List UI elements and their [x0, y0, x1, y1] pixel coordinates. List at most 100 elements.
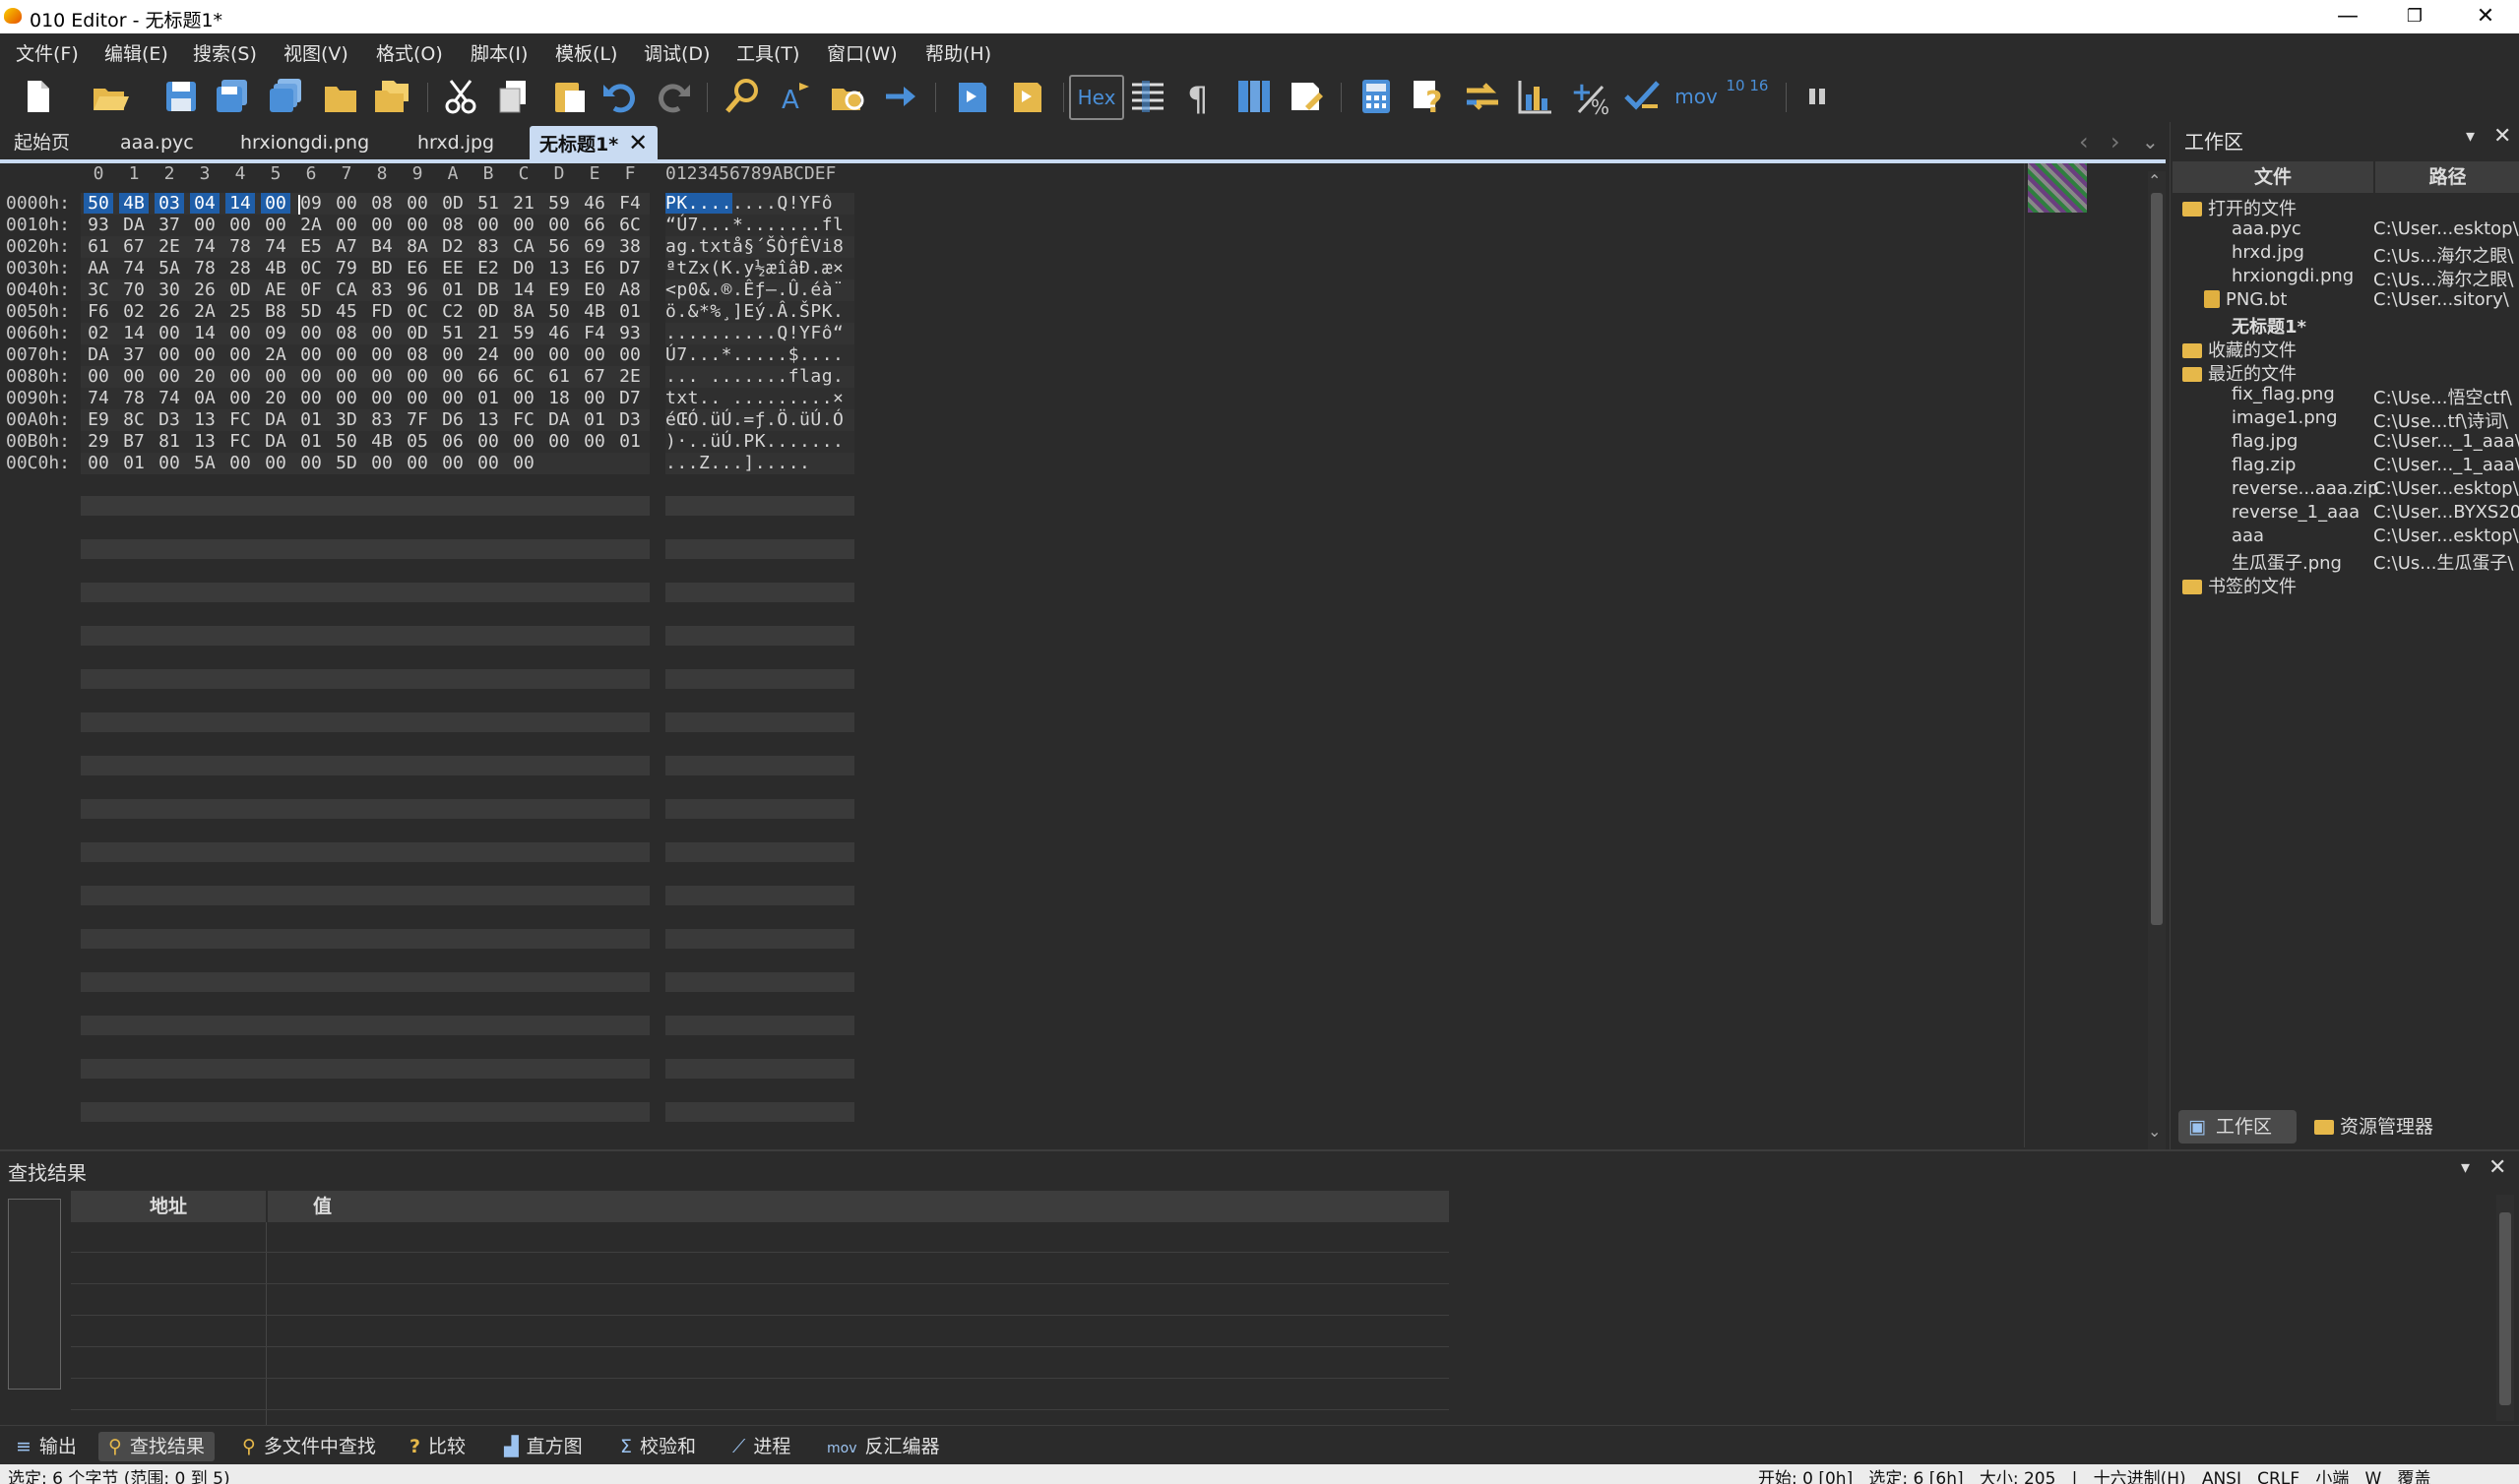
hex-byte[interactable]: 02	[119, 301, 149, 322]
hex-byte[interactable]: 13	[190, 431, 220, 452]
hex-row[interactable]: 0080h: 00 00 00 20 00 00 00 00 00 00 00 66 6C 61 67 2E..…	[0, 366, 866, 388]
hex-byte[interactable]: 00	[261, 193, 290, 214]
tree-bookmarks[interactable]: 书签的文件	[2182, 573, 2297, 598]
hex-byte[interactable]: 8C	[119, 409, 149, 430]
tree-open-files[interactable]: 打开的文件	[2182, 195, 2297, 220]
ws-tab-explorer[interactable]: 资源管理器	[2304, 1110, 2433, 1144]
panel-close-icon[interactable]: ✕	[2493, 124, 2511, 149]
tree-file[interactable]: flag.zip	[2232, 455, 2296, 475]
hex-byte[interactable]: E9	[84, 409, 113, 430]
menu-edit[interactable]: 编辑(E)	[104, 39, 168, 66]
hex-byte[interactable]: 21	[473, 323, 503, 343]
hex-byte[interactable]: 25	[225, 301, 255, 322]
tab-hrxd-jpg[interactable]: hrxd.jpg	[408, 126, 504, 159]
hex-byte[interactable]: 00	[367, 453, 397, 473]
hex-byte[interactable]: 00	[155, 366, 184, 387]
tree-favorites[interactable]: 收藏的文件	[2182, 337, 2297, 362]
hex-byte[interactable]: F6	[84, 301, 113, 322]
hex-byte[interactable]: 00	[261, 366, 290, 387]
hex-byte[interactable]: FC	[225, 409, 255, 430]
run-template-icon[interactable]	[1008, 77, 1047, 116]
hex-byte[interactable]: 00	[438, 453, 468, 473]
tree-file[interactable]: aaa.pyc	[2232, 218, 2301, 239]
hex-byte[interactable]: 0C	[403, 301, 432, 322]
hex-byte[interactable]: 14	[190, 323, 220, 343]
hex-byte[interactable]: 00	[403, 193, 432, 214]
hex-byte[interactable]: 00	[190, 215, 220, 235]
hex-byte[interactable]: D0	[509, 258, 538, 278]
hex-byte[interactable]: 70	[119, 279, 149, 300]
hex-byte[interactable]: 03	[155, 193, 184, 214]
undo-icon[interactable]	[600, 77, 640, 116]
hex-byte[interactable]: 00	[225, 323, 255, 343]
hex-byte[interactable]: 00	[473, 215, 503, 235]
base-converter-button[interactable]: 10 16	[1725, 77, 1770, 116]
ascii-text[interactable]: ... .......flag.	[665, 366, 844, 387]
hex-byte[interactable]: 18	[544, 388, 574, 408]
hex-byte[interactable]: 3C	[84, 279, 113, 300]
hex-byte[interactable]: 02	[84, 323, 113, 343]
hex-byte[interactable]: 83	[473, 236, 503, 257]
menu-search[interactable]: 搜索(S)	[193, 39, 257, 66]
hex-byte[interactable]: 00	[225, 344, 255, 365]
hex-byte[interactable]: FC	[509, 409, 538, 430]
save-icon[interactable]	[161, 77, 201, 116]
hex-byte[interactable]: 51	[438, 323, 468, 343]
hex-byte[interactable]: 78	[225, 236, 255, 257]
ascii-text[interactable]: ö.&*%¸]Eý.Â.ŠPK.	[665, 301, 844, 322]
hex-byte[interactable]: 00	[332, 215, 361, 235]
find-in-files-icon[interactable]	[829, 77, 868, 116]
maximize-button[interactable]: ❐	[2380, 0, 2449, 33]
hex-byte[interactable]: 00	[367, 388, 397, 408]
hex-byte[interactable]: 08	[438, 215, 468, 235]
hex-byte[interactable]: 00	[155, 344, 184, 365]
hex-byte[interactable]: 67	[580, 366, 609, 387]
hex-byte[interactable]: 00	[544, 215, 574, 235]
ws-tab-workspace[interactable]: ▣ 工作区	[2178, 1110, 2297, 1144]
ascii-text[interactable]: “Ú7...*.......fl	[665, 215, 844, 235]
hex-byte[interactable]: EE	[438, 258, 468, 278]
hex-byte[interactable]: 00	[84, 366, 113, 387]
histogram-icon[interactable]	[1516, 77, 1555, 116]
hex-byte[interactable]: 8A	[403, 236, 432, 257]
hex-byte[interactable]: 2A	[261, 344, 290, 365]
scroll-up-icon[interactable]: ⌃	[2148, 171, 2161, 190]
hex-byte[interactable]: 3D	[332, 409, 361, 430]
panel-menu-icon[interactable]: ▾	[2461, 1157, 2470, 1178]
hex-byte[interactable]: 00	[367, 215, 397, 235]
hex-byte[interactable]: 5A	[190, 453, 220, 473]
hex-byte[interactable]: 20	[261, 388, 290, 408]
hex-byte[interactable]: 6C	[509, 366, 538, 387]
hex-row[interactable]: 0070h: DA 37 00 00 00 2A 00 00 00 08 00 24 00 00 00 00 Ú7…	[0, 344, 866, 366]
menu-format[interactable]: 格式(O)	[376, 39, 443, 66]
hex-byte[interactable]: F4	[580, 323, 609, 343]
hex-byte[interactable]: 00	[332, 388, 361, 408]
pause-icon[interactable]	[1797, 77, 1837, 116]
btab-processes[interactable]: ⟋ 进程	[723, 1432, 800, 1461]
hex-byte[interactable]: 00	[225, 453, 255, 473]
hex-row[interactable]: 0050h: F6 02 26 2A 25 B8 5D 45 FD 0C C2 0D 8A 50 4B 01 ö.…	[0, 301, 866, 323]
ws-col-file[interactable]: 文件	[2173, 161, 2373, 193]
hex-byte[interactable]: 06	[438, 431, 468, 452]
hex-byte[interactable]: 00	[615, 344, 645, 365]
btab-disassembler[interactable]: mov 反汇编器	[817, 1432, 950, 1461]
ascii-text[interactable]: Ú7...*.....$....	[665, 344, 844, 365]
hex-byte[interactable]: D3	[615, 409, 645, 430]
hex-byte[interactable]: 00	[155, 323, 184, 343]
hex-byte[interactable]: 59	[509, 323, 538, 343]
hex-byte[interactable]: D2	[438, 236, 468, 257]
hex-byte[interactable]: 21	[509, 193, 538, 214]
hex-byte[interactable]: 0F	[296, 279, 326, 300]
file-minimap-thumbnail[interactable]	[2028, 163, 2087, 213]
hex-byte[interactable]: D6	[438, 409, 468, 430]
hex-byte[interactable]: 00	[509, 215, 538, 235]
hex-byte[interactable]: 56	[544, 236, 574, 257]
hex-byte[interactable]: 5D	[296, 301, 326, 322]
hex-byte[interactable]: 67	[119, 236, 149, 257]
hex-byte[interactable]: 78	[119, 388, 149, 408]
panel-menu-icon[interactable]: ▾	[2466, 126, 2475, 147]
hex-byte[interactable]: 00	[261, 215, 290, 235]
hex-row[interactable]: 0000h: 50 4B 03 04 14 00 09 00 08 00 0D 51 21 59 46 F4 PK…	[0, 193, 866, 215]
open-folder-icon[interactable]	[321, 77, 360, 116]
hex-byte[interactable]: 00	[296, 453, 326, 473]
